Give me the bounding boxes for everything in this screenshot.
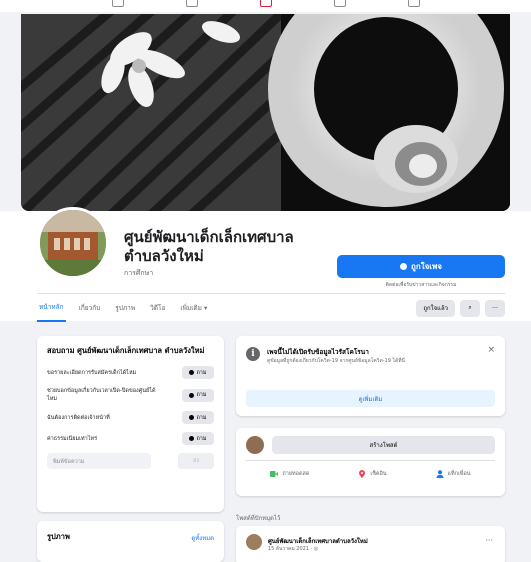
learn-more-button[interactable]: ดูเพิ่มเติม (246, 390, 495, 407)
tab-photos[interactable]: รูปภาพ (113, 295, 137, 321)
close-icon[interactable]: × (487, 345, 495, 355)
info-icon: i (246, 347, 260, 361)
ask-page-card: สอบถาม ศูนย์พัฒนาเด็กเล็กเทศบาล ตำบลวังใ… (37, 336, 224, 512)
feed-post: ศูนย์พัฒนาเด็กเล็กเทศบาลตำบลวังใหม่ 15 ธ… (236, 526, 505, 562)
user-avatar (246, 436, 264, 454)
tab-videos[interactable]: วิดีโอ (148, 295, 167, 321)
page-category: การศึกษา (124, 269, 154, 277)
more-options-icon[interactable]: ··· (485, 299, 505, 317)
page-avatar[interactable] (37, 207, 109, 279)
liked-button[interactable]: ถูกใจแล้ว (416, 299, 455, 317)
messenger-icon (189, 392, 195, 398)
video-camera-icon (270, 471, 279, 477)
ask-card-title: สอบถาม ศูนย์พัฒนาเด็กเล็กเทศบาล ตำบลวังใ… (47, 346, 205, 355)
header-divider (37, 293, 505, 294)
messenger-icon (189, 436, 195, 441)
tab-actions: ถูกใจแล้ว ⌕ ··· (416, 299, 505, 317)
post-timestamp[interactable]: 15 ธันวาคม 2021 · ◎ (268, 545, 318, 553)
post-more-icon[interactable]: ··· (485, 536, 493, 545)
watch-icon[interactable] (185, 0, 198, 7)
check-in-button[interactable]: เช็คอิน (358, 470, 387, 478)
photos-title: รูปภาพ (47, 532, 70, 541)
top-nav-bar (0, 0, 531, 12)
notice-body: ดูข้อมูลที่ถูกต้องเกี่ยวกับโควิด-19 จากศ… (267, 358, 405, 364)
ask-button[interactable]: ถาม (182, 366, 214, 379)
tag-friends-button[interactable]: แท็กเพื่อน (436, 470, 471, 478)
page-header: ศูนย์พัฒนาเด็กเล็กเทศบาล ตำบลวังใหม่ การ… (0, 207, 531, 322)
page-tabs: หน้าหลัก เกี่ยวกับ รูปภาพ วิดีโอ เพิ่มเต… (37, 294, 505, 322)
see-all-photos-link[interactable]: ดูทั้งหมด (191, 533, 214, 543)
gaming-icon[interactable] (407, 0, 420, 7)
messenger-icon (189, 415, 195, 420)
post-author-avatar[interactable] (246, 534, 262, 550)
groups-icon[interactable] (333, 0, 346, 7)
feed-section-label: โพสต์ที่ปักหมุดไว้ (236, 515, 281, 522)
location-pin-icon (359, 470, 366, 478)
home-icon[interactable] (111, 0, 124, 7)
pages-icon[interactable] (259, 0, 272, 7)
covid-notice-card: i เพจนี้ไม่ได้เปิดรับข้อมูลไวรัสโคโรนา ด… (236, 336, 505, 416)
send-message-button[interactable]: ส่ง (178, 453, 214, 469)
live-video-button[interactable]: ถ่ายทอดสด (270, 470, 309, 478)
message-input[interactable]: พิมพ์ข้อความ (47, 453, 151, 469)
search-icon[interactable]: ⌕ (460, 299, 480, 317)
question-row: ฉันต้องการติดต่อเจ้าหน้าที่ ถาม (47, 411, 214, 424)
like-hint-text: ติดต่อเพื่อรับข่าวสารและกิจกรรม (385, 282, 457, 288)
tab-about[interactable]: เกี่ยวกับ (77, 295, 103, 321)
message-composer: พิมพ์ข้อความ ส่ง (47, 453, 214, 469)
question-row: ขอรายละเอียดการรับสมัครเด็กได้ไหม ถาม (47, 366, 214, 379)
composer-divider (246, 460, 495, 461)
ask-button[interactable]: ถาม (182, 432, 214, 445)
tab-home[interactable]: หน้าหลัก (37, 294, 66, 322)
ask-button[interactable]: ถาม (182, 411, 214, 424)
cover-photo (21, 14, 510, 211)
ask-button[interactable]: ถาม (182, 388, 214, 402)
tab-more[interactable]: เพิ่มเติม ▾ (178, 295, 209, 321)
question-row: ค่าธรรมเนียมเท่าไหร่ ถาม (47, 432, 214, 445)
person-icon (436, 470, 443, 478)
like-icon (400, 263, 407, 270)
page-title: ศูนย์พัฒนาเด็กเล็กเทศบาล ตำบลวังใหม่ (124, 228, 294, 265)
question-row: ช่วยบอกข้อมูลเกี่ยวกับเวลาเปิด-ปิดของศูน… (47, 387, 214, 403)
create-post-button[interactable]: สร้างโพสต์ (272, 436, 495, 454)
messenger-icon (189, 370, 195, 375)
notice-title: เพจนี้ไม่ได้เปิดรับข้อมูลไวรัสโคโรนา (267, 348, 369, 356)
composer-options: ถ่ายทอดสด เช็คอิน แท็กเพื่อน (246, 465, 495, 483)
like-page-button[interactable]: ถูกใจเพจ (337, 255, 505, 278)
post-composer: สร้างโพสต์ ถ่ายทอดสด เช็คอิน แท็กเพื่อน (236, 428, 505, 496)
photos-card: รูปภาพ ดูทั้งหมด (37, 521, 224, 562)
